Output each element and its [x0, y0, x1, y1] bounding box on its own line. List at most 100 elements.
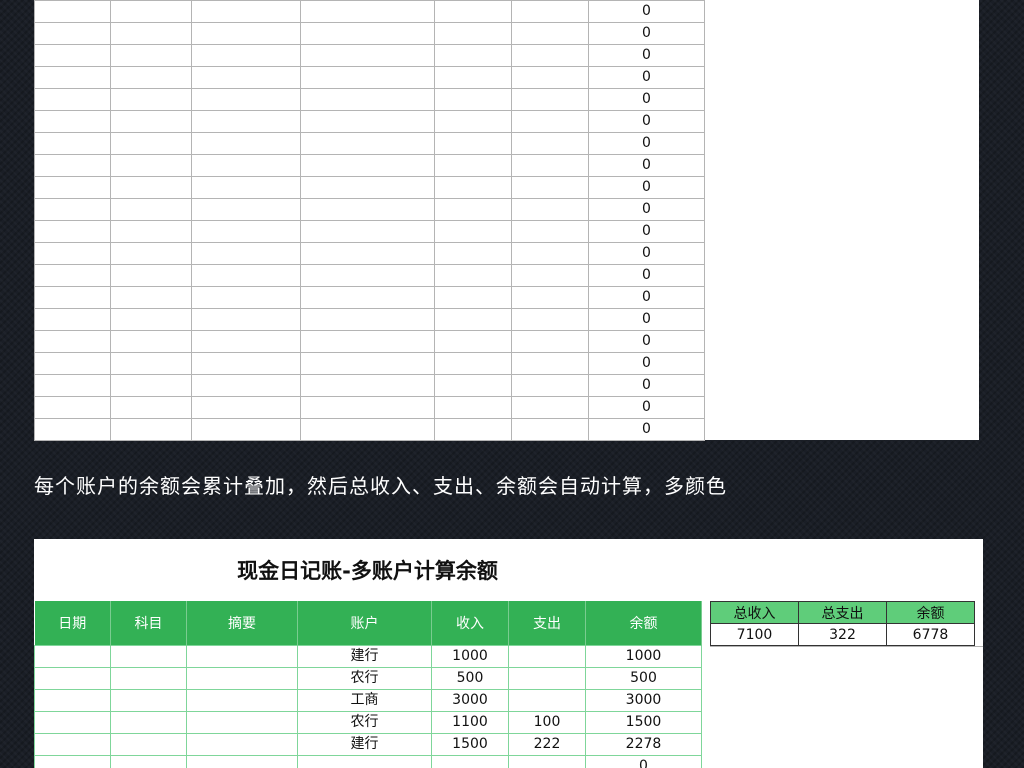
- table-cell: [434, 264, 512, 287]
- table-row: 0: [34, 66, 705, 89]
- account-cell: 农行: [297, 667, 432, 690]
- table-cell: [191, 396, 301, 419]
- summary-cell: [186, 667, 298, 690]
- table-cell: [110, 308, 192, 331]
- balance-cell: 3000: [585, 689, 702, 712]
- table-cell: [191, 330, 301, 353]
- expense-cell: 222: [508, 733, 586, 756]
- table-cell: [191, 418, 301, 441]
- table-cell: [34, 66, 111, 89]
- table-cell: [110, 0, 192, 23]
- table-cell: [34, 418, 111, 441]
- date-cell: [34, 689, 111, 712]
- table-cell: [110, 396, 192, 419]
- table-row: 0: [34, 198, 705, 221]
- table-cell: [300, 220, 435, 243]
- table-cell: [300, 154, 435, 177]
- table-cell: [34, 396, 111, 419]
- table-cell: [511, 88, 589, 111]
- table-cell: [434, 0, 512, 23]
- table-cell: [191, 198, 301, 221]
- table-cell: [191, 154, 301, 177]
- table-cell: [300, 132, 435, 155]
- table-cell: [434, 66, 512, 89]
- date-cell: [34, 667, 111, 690]
- balance-cell: 0: [588, 176, 705, 199]
- subject-cell: [110, 711, 187, 734]
- balance-cell: 500: [585, 667, 702, 690]
- summary-cell: [186, 755, 298, 768]
- table-cell: [110, 198, 192, 221]
- table-cell: [511, 396, 589, 419]
- table-row: 0: [34, 220, 705, 243]
- balance-cell: 0: [588, 44, 705, 67]
- expense-cell: [508, 689, 586, 712]
- table-cell: [511, 0, 589, 23]
- table-row: 0: [34, 88, 705, 111]
- table-cell: [434, 396, 512, 419]
- subject-cell: [110, 689, 187, 712]
- table-cell: [511, 132, 589, 155]
- table-cell: [300, 198, 435, 221]
- table-cell: [34, 154, 111, 177]
- table-cell: [110, 242, 192, 265]
- table-cell: [300, 264, 435, 287]
- table-cell: [34, 330, 111, 353]
- balance-cell: 0: [588, 22, 705, 45]
- total-expense-value: 322: [798, 623, 887, 646]
- income-cell: 3000: [431, 689, 509, 712]
- table-cell: [191, 308, 301, 331]
- table-cell: [110, 88, 192, 111]
- totals-table: 总收入 总支出 余额 7100 322 6778: [710, 601, 975, 646]
- total-balance-label: 余额: [886, 601, 975, 624]
- balance-cell: 0: [588, 132, 705, 155]
- table-cell: [300, 110, 435, 133]
- table-cell: [434, 176, 512, 199]
- table-cell: [110, 352, 192, 375]
- date-cell: [34, 645, 111, 668]
- table-row: 0: [34, 330, 705, 353]
- income-cell: 1100: [431, 711, 509, 734]
- cash-journal-table: 日期 科目 摘要 账户 收入 支出 余额 建行 1000 1000 农行 500 500 工…: [34, 601, 702, 768]
- balance-cell: 0: [588, 66, 705, 89]
- table-cell: [511, 154, 589, 177]
- table-cell: [300, 374, 435, 397]
- table-cell: [34, 88, 111, 111]
- subject-cell: [110, 667, 187, 690]
- total-income-label: 总收入: [710, 601, 799, 624]
- table-cell: [511, 66, 589, 89]
- account-cell: [297, 755, 432, 768]
- table-cell: [191, 110, 301, 133]
- table-cell: [511, 198, 589, 221]
- table-cell: [434, 44, 512, 67]
- totals-value-row: 7100 322 6778: [710, 623, 975, 646]
- table-cell: [191, 0, 301, 23]
- table-cell: [434, 22, 512, 45]
- table-cell: [110, 132, 192, 155]
- table-cell: [34, 110, 111, 133]
- table-cell: [34, 198, 111, 221]
- table-cell: [191, 242, 301, 265]
- table-row: 0: [34, 418, 705, 441]
- table-cell: [300, 66, 435, 89]
- table-cell: [34, 132, 111, 155]
- table-cell: [110, 22, 192, 45]
- table-cell: [110, 330, 192, 353]
- balance-cell: 0: [588, 242, 705, 265]
- date-cell: [34, 755, 111, 768]
- date-cell: [34, 711, 111, 734]
- table-row: 0: [34, 132, 705, 155]
- account-cell: 工商: [297, 689, 432, 712]
- balance-cell: 0: [585, 755, 702, 768]
- expense-cell: [508, 755, 586, 768]
- table-cell: [191, 22, 301, 45]
- top-ledger-table: 00000000000000000000: [34, 0, 705, 441]
- table-cell: [300, 418, 435, 441]
- table-cell: [300, 88, 435, 111]
- table-cell: [110, 66, 192, 89]
- table-cell: [191, 220, 301, 243]
- header-row: 日期 科目 摘要 账户 收入 支出 余额: [34, 601, 702, 646]
- table-cell: [511, 418, 589, 441]
- table-cell: [191, 132, 301, 155]
- balance-cell: 0: [588, 110, 705, 133]
